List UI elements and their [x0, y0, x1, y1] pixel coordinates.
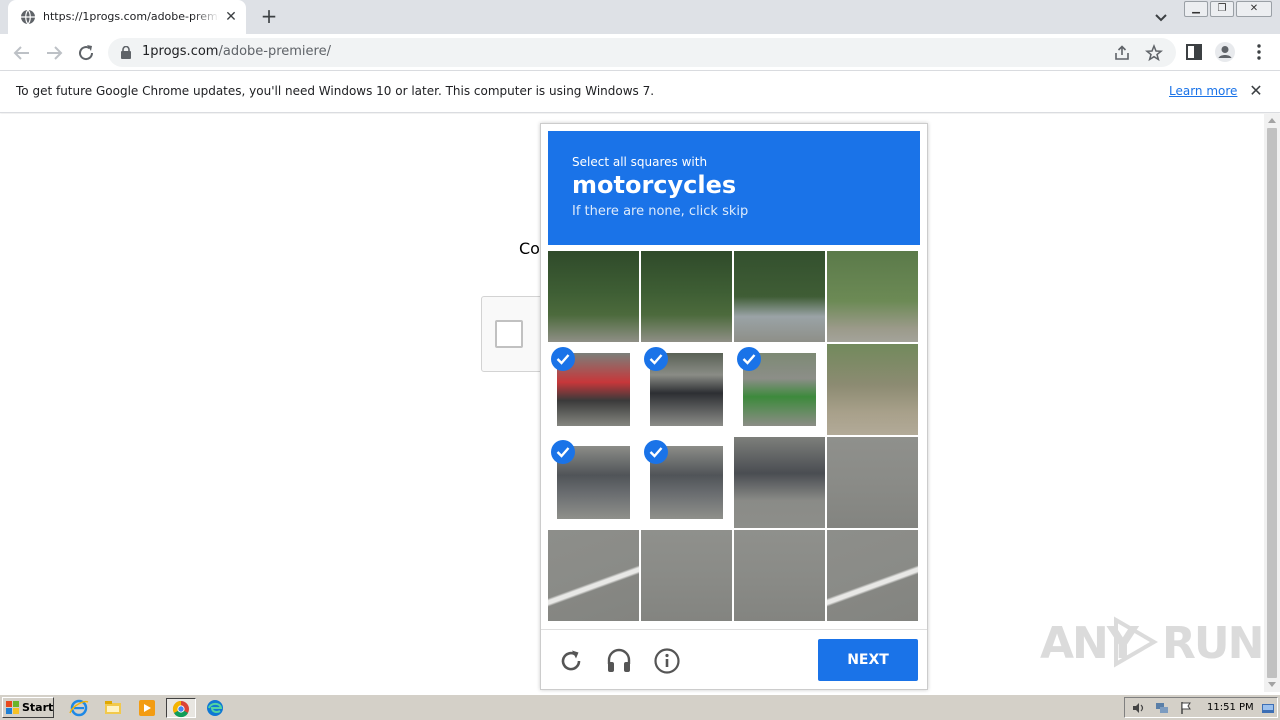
watermark-right-text: RUN: [1162, 618, 1264, 669]
browser-tab[interactable]: https://1progs.com/adobe-premiere ✕: [8, 0, 246, 34]
internet-explorer-icon[interactable]: [68, 698, 90, 718]
share-icon[interactable]: [1113, 44, 1131, 62]
captcha-tile[interactable]: [548, 251, 639, 342]
url-path: /adobe-premiere/: [218, 44, 331, 59]
captcha-tile-image: [827, 437, 918, 528]
captcha-tile[interactable]: [641, 437, 732, 528]
back-arrow-icon[interactable]: [10, 41, 34, 65]
network-icon[interactable]: [1155, 701, 1169, 715]
windows-taskbar: Start 11:51 PM: [0, 694, 1280, 720]
captcha-tile[interactable]: [734, 251, 825, 342]
captcha-tile[interactable]: [641, 530, 732, 621]
captcha-tile[interactable]: [827, 251, 918, 342]
captcha-skip-hint: If there are none, click skip: [572, 204, 749, 219]
start-button[interactable]: Start: [2, 697, 54, 718]
scroll-thumb[interactable]: [1267, 128, 1277, 678]
show-desktop-icon[interactable]: [1261, 701, 1275, 715]
url-text[interactable]: 1progs.com/adobe-premiere/: [142, 44, 331, 59]
captcha-tile-image: [734, 437, 825, 528]
checkmark-icon: [644, 440, 668, 464]
system-tray: 11:51 PM: [1124, 697, 1278, 718]
captcha-tile-image: [827, 344, 918, 435]
captcha-tile-image: [548, 530, 639, 621]
captcha-tile[interactable]: [827, 530, 918, 621]
media-player-icon[interactable]: [136, 698, 158, 718]
chrome-taskbar-button[interactable]: [166, 698, 196, 718]
tab-strip: https://1progs.com/adobe-premiere ✕ + ▁ …: [0, 0, 1280, 34]
side-panel-icon[interactable]: [1183, 41, 1205, 63]
captcha-tile[interactable]: [827, 437, 918, 528]
captcha-footer: NEXT: [541, 629, 927, 690]
captcha-grid: [548, 251, 920, 623]
checkmark-icon: [644, 347, 668, 371]
captcha-instruction: Select all squares with: [572, 155, 708, 169]
captcha-tile-image: [641, 530, 732, 621]
recaptcha-checkbox[interactable]: [495, 320, 523, 348]
captcha-tile-image: [734, 251, 825, 342]
info-icon[interactable]: [653, 647, 681, 675]
headphones-icon[interactable]: [605, 647, 633, 675]
new-tab-button[interactable]: +: [258, 6, 280, 28]
captcha-tile-image: [641, 251, 732, 342]
restore-button[interactable]: ❐: [1210, 1, 1234, 17]
captcha-tile-image: [734, 530, 825, 621]
captcha-target: motorcycles: [572, 171, 737, 199]
url-host: 1progs.com: [142, 44, 219, 59]
taskbar-clock: 11:51 PM: [1207, 702, 1254, 713]
action-center-flag-icon[interactable]: [1179, 701, 1193, 715]
captcha-tile[interactable]: [734, 344, 825, 435]
bookmark-star-icon[interactable]: [1145, 44, 1163, 62]
file-explorer-icon[interactable]: [102, 698, 124, 718]
page-scrollbar[interactable]: [1264, 114, 1280, 692]
minimize-button[interactable]: ▁: [1184, 1, 1208, 17]
chrome-icon: [172, 700, 189, 718]
profile-avatar-icon[interactable]: [1214, 41, 1236, 63]
reload-icon[interactable]: [74, 41, 98, 65]
windows-flag-icon: [6, 701, 19, 714]
captcha-tile-image: [827, 530, 918, 621]
captcha-tile[interactable]: [548, 437, 639, 528]
captcha-header: Select all squares with motorcycles If t…: [548, 131, 920, 245]
menu-kebab-icon[interactable]: [1248, 41, 1270, 63]
captcha-tile[interactable]: [548, 530, 639, 621]
anyrun-watermark: ANY RUN: [1040, 610, 1264, 670]
scroll-down-arrow-icon[interactable]: [1268, 682, 1276, 687]
captcha-tile[interactable]: [734, 530, 825, 621]
captcha-tile[interactable]: [827, 344, 918, 435]
close-tab-icon[interactable]: ✕: [223, 9, 239, 25]
edge-icon[interactable]: [204, 698, 226, 718]
checkmark-icon: [737, 347, 761, 371]
volume-icon[interactable]: [1131, 701, 1145, 715]
start-label: Start: [22, 701, 54, 714]
play-logo-icon: [1114, 616, 1158, 668]
chevron-down-icon[interactable]: [1151, 7, 1171, 27]
tab-title: https://1progs.com/adobe-premiere: [43, 10, 219, 23]
captcha-tile[interactable]: [641, 251, 732, 342]
captcha-tile[interactable]: [734, 437, 825, 528]
captcha-tile[interactable]: [548, 344, 639, 435]
captcha-tile-image: [548, 251, 639, 342]
globe-icon: [21, 9, 35, 25]
checkmark-icon: [551, 440, 575, 464]
captcha-challenge: Select all squares with motorcycles If t…: [540, 123, 928, 690]
lock-icon[interactable]: [120, 46, 132, 59]
captcha-tile[interactable]: [641, 344, 732, 435]
reload-challenge-icon[interactable]: [557, 647, 585, 675]
captcha-tile-image: [827, 251, 918, 342]
forward-arrow-icon[interactable]: [42, 41, 66, 65]
infobar-close-icon[interactable]: ✕: [1247, 82, 1265, 100]
scroll-up-arrow-icon[interactable]: [1268, 118, 1276, 123]
address-bar[interactable]: 1progs.com/adobe-premiere/: [108, 38, 1176, 67]
learn-more-link[interactable]: Learn more: [1169, 84, 1237, 98]
window-close-button[interactable]: ✕: [1236, 1, 1272, 17]
update-infobar: To get future Google Chrome updates, you…: [0, 71, 1280, 113]
browser-toolbar: 1progs.com/adobe-premiere/: [0, 34, 1280, 71]
infobar-message: To get future Google Chrome updates, you…: [16, 84, 655, 98]
checkmark-icon: [551, 347, 575, 371]
page-heading: Co: [519, 239, 540, 258]
next-button[interactable]: NEXT: [818, 639, 918, 681]
